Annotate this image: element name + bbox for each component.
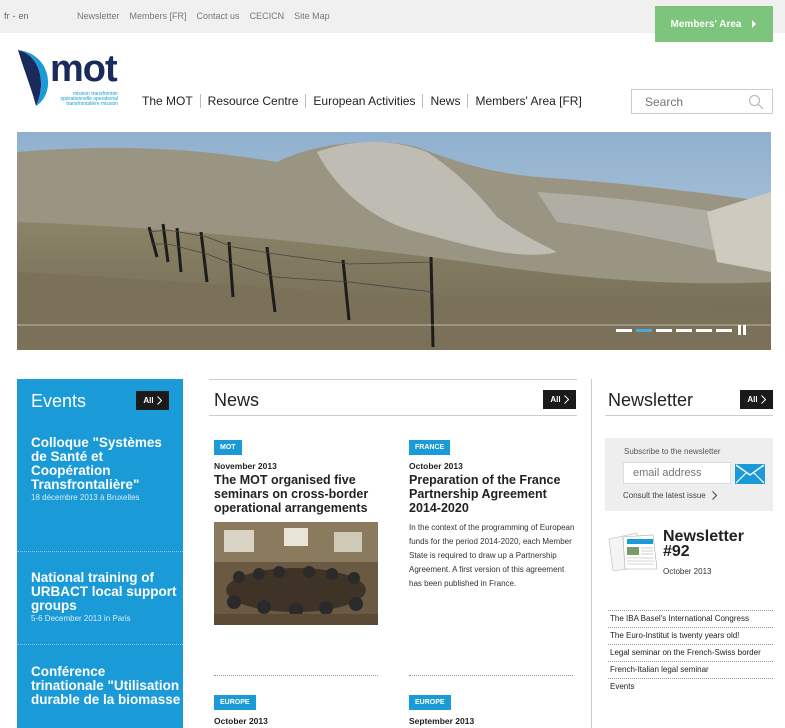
slider-dot[interactable] <box>656 328 672 332</box>
newsletter-issue-date: October 2013 <box>663 567 712 576</box>
news-article[interactable]: MOT November 2013 The MOT organised five… <box>214 436 382 625</box>
slider-controls <box>616 325 748 335</box>
all-label: All <box>143 396 154 405</box>
main-navigation: The MOT Resource Centre European Activit… <box>138 94 589 108</box>
pause-icon[interactable] <box>738 325 748 335</box>
search-icon[interactable] <box>748 94 764 110</box>
article-summary: In the context of the programming of Eur… <box>409 523 575 588</box>
chevron-right-icon <box>760 395 766 404</box>
list-item[interactable]: Legal seminar on the French-Swiss border <box>608 644 773 661</box>
divider <box>209 415 577 416</box>
utility-links: Newsletter Members [FR] Contact us CECIC… <box>77 11 330 21</box>
event-title: National training of URBACT local suppor… <box>31 570 177 613</box>
event-item[interactable]: National training of URBACT local suppor… <box>31 570 181 624</box>
cecicn-link[interactable]: CECICN <box>250 11 285 21</box>
nav-item-members-area[interactable]: Members' Area [FR] <box>467 94 588 108</box>
divider <box>409 675 573 676</box>
slider-dot[interactable] <box>676 328 692 332</box>
newsletter-all-button[interactable]: All <box>740 390 773 409</box>
subscribe-label: Subscribe to the newsletter <box>624 447 721 456</box>
news-article[interactable]: EUROPE September 2013 <box>409 691 577 726</box>
nav-item-the-mot[interactable]: The MOT <box>138 94 200 108</box>
email-field-wrapper <box>623 462 731 484</box>
list-item[interactable]: The IBA Basel's International Congress <box>608 610 773 627</box>
slider-dot[interactable] <box>716 328 732 332</box>
logo-tagline: mission transfrontier opérationnelle ope… <box>48 92 118 107</box>
language-switcher: fr - en <box>4 11 29 21</box>
landscape-photo <box>17 132 771 350</box>
article-title[interactable]: The MOT organised five seminars on cross… <box>214 473 382 515</box>
newsletter-issue-title[interactable]: Newsletter #92 <box>663 529 773 560</box>
hero-slider-image[interactable] <box>17 132 771 350</box>
lang-separator: - <box>12 11 16 21</box>
slider-dot[interactable] <box>696 328 712 332</box>
chevron-right-icon <box>156 396 162 405</box>
event-date: 18 décembre 2013 à Bruxelles <box>31 493 140 502</box>
chevron-right-icon <box>711 491 717 500</box>
search-box <box>631 89 773 114</box>
lang-fr-link[interactable]: fr <box>4 11 10 21</box>
nav-item-news[interactable]: News <box>422 94 467 108</box>
lang-en-link[interactable]: en <box>19 11 29 21</box>
event-title: Conférence trinationale "Utilisation dur… <box>31 664 181 707</box>
site-logo[interactable]: mot mission transfrontier opérationnelle… <box>12 46 122 110</box>
members-fr-link[interactable]: Members [FR] <box>130 11 187 21</box>
latest-issue-link[interactable]: Consult the latest issue <box>623 491 717 500</box>
logo-crescent-icon <box>18 50 49 106</box>
newsletter-cover-thumbnail[interactable] <box>607 531 659 571</box>
article-tag[interactable]: FRANCE <box>409 440 451 455</box>
latest-issue-label: Consult the latest issue <box>623 491 706 500</box>
article-tag[interactable]: EUROPE <box>214 695 256 710</box>
events-panel: Events All Colloque "Systèmes de Santé e… <box>17 379 183 728</box>
event-date: 5-6 December 2013 in Paris <box>31 614 131 623</box>
members-area-button[interactable]: Members' Area <box>655 6 773 42</box>
article-tag[interactable]: MOT <box>214 440 242 455</box>
email-input[interactable] <box>624 463 728 483</box>
sitemap-link[interactable]: Site Map <box>294 11 330 21</box>
events-all-button[interactable]: All <box>136 391 169 410</box>
news-article[interactable]: EUROPE October 2013 <box>214 691 382 726</box>
list-item[interactable]: French-Italian legal seminar <box>608 661 773 678</box>
list-item[interactable]: The Euro-Institut is twenty years old! <box>608 627 773 644</box>
nav-item-european-activities[interactable]: European Activities <box>305 94 422 108</box>
slider-dot-active[interactable] <box>636 328 652 332</box>
list-item[interactable]: Events <box>608 678 773 695</box>
all-label: All <box>550 395 561 404</box>
logo-wordmark: mot <box>50 48 118 90</box>
envelope-icon[interactable] <box>735 464 765 484</box>
divider <box>605 415 773 416</box>
events-heading: Events <box>31 391 87 411</box>
divider <box>591 379 592 728</box>
article-photo[interactable] <box>214 522 378 625</box>
newsletter-link[interactable]: Newsletter <box>77 11 120 21</box>
article-date: October 2013 <box>409 461 463 471</box>
article-date: September 2013 <box>409 716 475 726</box>
event-title: Colloque "Systèmes de Santé et Coopérati… <box>31 435 162 492</box>
article-tag[interactable]: EUROPE <box>409 695 451 710</box>
news-article[interactable]: FRANCE October 2013 Preparation of the F… <box>409 436 577 591</box>
logo-tagline-line: transfrontalière mission <box>66 101 118 107</box>
chevron-right-icon <box>563 395 569 404</box>
search-input[interactable] <box>632 90 742 113</box>
news-heading: News <box>214 390 260 410</box>
divider <box>17 551 183 552</box>
event-item[interactable]: Conférence trinationale "Utilisation dur… <box>31 665 181 708</box>
nav-item-resource-centre[interactable]: Resource Centre <box>199 94 306 108</box>
article-date: November 2013 <box>214 461 277 471</box>
news-all-button[interactable]: All <box>543 390 576 409</box>
newsletter-subscribe-box: Subscribe to the newsletter Consult the … <box>605 438 773 511</box>
divider <box>214 675 378 676</box>
contact-link[interactable]: Contact us <box>197 11 240 21</box>
chevron-right-icon <box>752 20 757 28</box>
article-title[interactable]: Preparation of the France Partnership Ag… <box>409 473 577 515</box>
event-item[interactable]: Colloque "Systèmes de Santé et Coopérati… <box>31 435 181 503</box>
all-label: All <box>747 395 758 404</box>
members-area-label: Members' Area <box>670 18 742 30</box>
article-date: October 2013 <box>214 716 268 726</box>
divider <box>17 644 183 645</box>
newsletter-contents-list: The IBA Basel's International Congress T… <box>608 610 773 695</box>
newsletter-heading: Newsletter <box>608 390 694 410</box>
slider-dot[interactable] <box>616 328 632 332</box>
divider <box>209 379 577 380</box>
